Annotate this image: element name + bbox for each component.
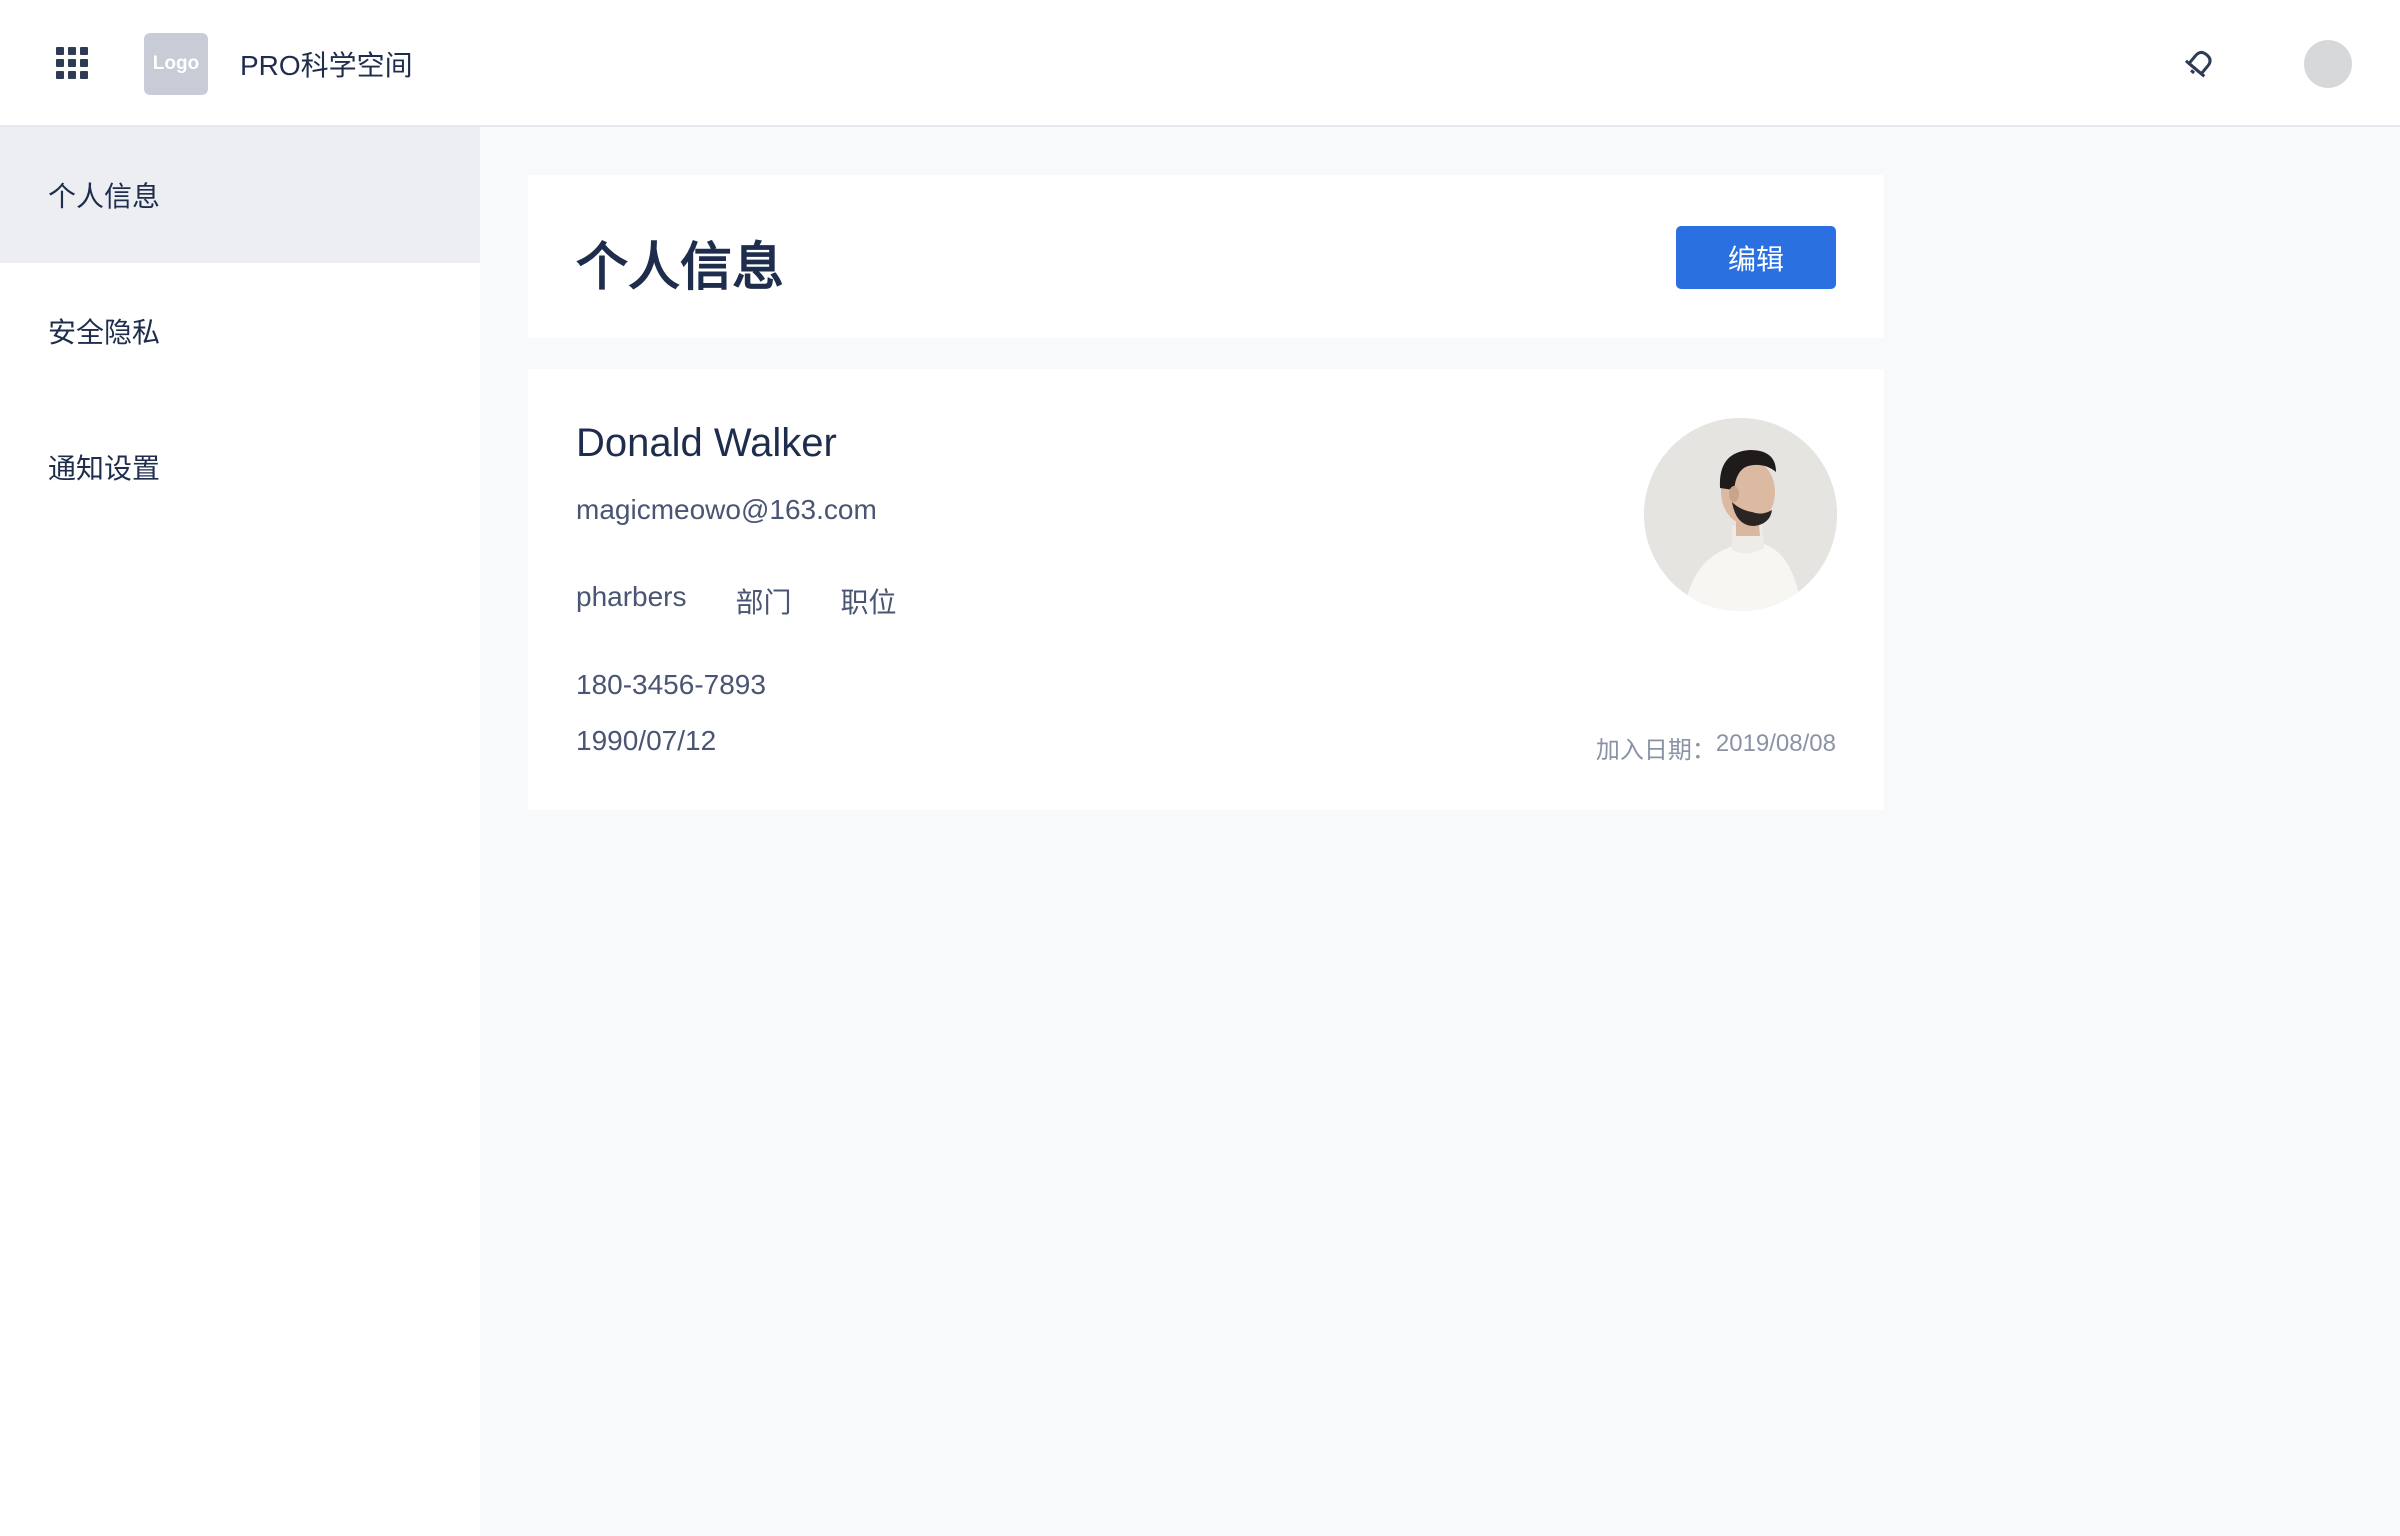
sidebar-item-label: 通知设置 <box>48 453 161 484</box>
logo[interactable]: Logo <box>144 33 208 95</box>
profile-email: magicmeowo@163.com <box>576 494 877 525</box>
sidebar: 个人信息 安全隐私 通知设置 <box>0 127 480 1536</box>
sidebar-item-notification-settings[interactable]: 通知设置 <box>0 399 480 535</box>
profile-name: Donald Walker <box>576 421 837 465</box>
profile-card: Donald Walker magicmeowo@163.com pharber… <box>528 369 1884 810</box>
page-header-card: 个人信息 编辑 <box>528 175 1884 338</box>
bell-icon[interactable] <box>2179 44 2219 84</box>
sidebar-item-security-privacy[interactable]: 安全隐私 <box>0 263 480 399</box>
page-title: 个人信息 <box>576 239 785 297</box>
apps-grid-icon[interactable] <box>56 47 89 80</box>
profile-joined: 加入日期： 2019/08/08 <box>1596 730 1836 765</box>
profile-company: pharbers <box>576 581 687 612</box>
profile-department: 部门 <box>735 587 792 618</box>
edit-button[interactable]: 编辑 <box>1676 226 1836 289</box>
profile-birthday: 1990/07/12 <box>576 725 717 756</box>
sidebar-item-label: 个人信息 <box>48 181 161 212</box>
user-avatar[interactable] <box>2304 40 2352 88</box>
profile-phone: 180-3456-7893 <box>576 669 766 700</box>
profile-avatar-photo <box>1644 418 1837 611</box>
sidebar-item-label: 安全隐私 <box>48 317 161 348</box>
top-bar: Logo PRO科学空间 <box>0 0 2400 127</box>
joined-label: 加入日期： <box>1595 737 1716 764</box>
sidebar-item-personal-info[interactable]: 个人信息 <box>0 127 480 263</box>
profile-org-row: pharbers 部门 职位 <box>576 581 897 621</box>
app-title: PRO科学空间 <box>240 50 413 81</box>
joined-date: 2019/08/08 <box>1715 730 1836 757</box>
profile-position: 职位 <box>840 587 897 618</box>
